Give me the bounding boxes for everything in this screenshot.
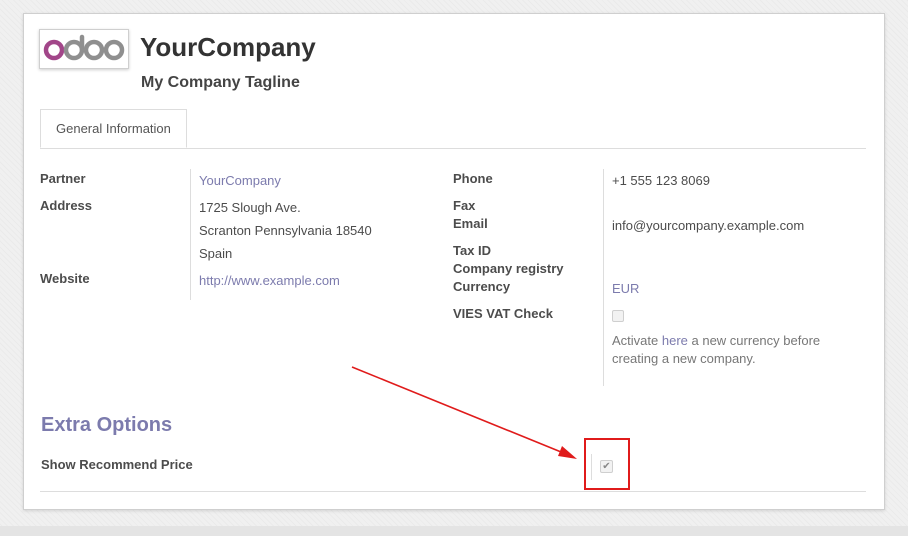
currency-label: Currency (453, 279, 511, 294)
vies-vat-check-checkbox[interactable] (612, 310, 624, 322)
extra-options-heading: Extra Options (41, 414, 173, 436)
website-label: Website (40, 271, 90, 286)
annotation-highlight-box (584, 438, 630, 490)
bottom-divider (40, 491, 866, 492)
currency-help-text: Activate here a new currency before crea… (612, 332, 842, 368)
odoo-logo-icon (43, 34, 125, 61)
website-link[interactable]: http://www.example.com (199, 273, 340, 288)
show-recommend-price-label: Show Recommend Price (41, 457, 193, 472)
address-street[interactable]: 1725 Slough Ave. (199, 200, 301, 215)
email-value[interactable]: info@yourcompany.example.com (612, 218, 804, 233)
partner-link[interactable]: YourCompany (199, 173, 281, 188)
address-label: Address (40, 198, 93, 213)
left-column-divider (190, 169, 191, 300)
address-country[interactable]: Spain (199, 246, 232, 261)
partner-label: Partner (40, 171, 86, 186)
company-registry-label: Company registry (453, 261, 564, 276)
company-tagline[interactable]: My Company Tagline (141, 74, 300, 92)
phone-label: Phone (453, 171, 493, 186)
right-column-divider (603, 169, 604, 386)
tax-id-label: Tax ID (453, 243, 492, 258)
vies-vat-check-label: VIES VAT Check (453, 306, 553, 321)
email-label: Email (453, 216, 488, 231)
fax-label: Fax (453, 198, 476, 213)
address-city-line[interactable]: Scranton Pennsylvania 18540 (199, 223, 372, 238)
tab-general-information[interactable]: General Information (40, 109, 187, 148)
currency-link[interactable]: EUR (612, 281, 639, 296)
company-form-sheet: YourCompany My Company Tagline General I… (23, 13, 885, 510)
help-prefix: Activate (612, 333, 662, 348)
company-logo[interactable] (39, 29, 129, 69)
tab-bar-divider (40, 148, 866, 149)
phone-value[interactable]: +1 555 123 8069 (612, 173, 710, 188)
activate-currency-link[interactable]: here (662, 333, 688, 348)
page-footer-strip (0, 526, 908, 536)
company-name[interactable]: YourCompany (140, 32, 316, 63)
